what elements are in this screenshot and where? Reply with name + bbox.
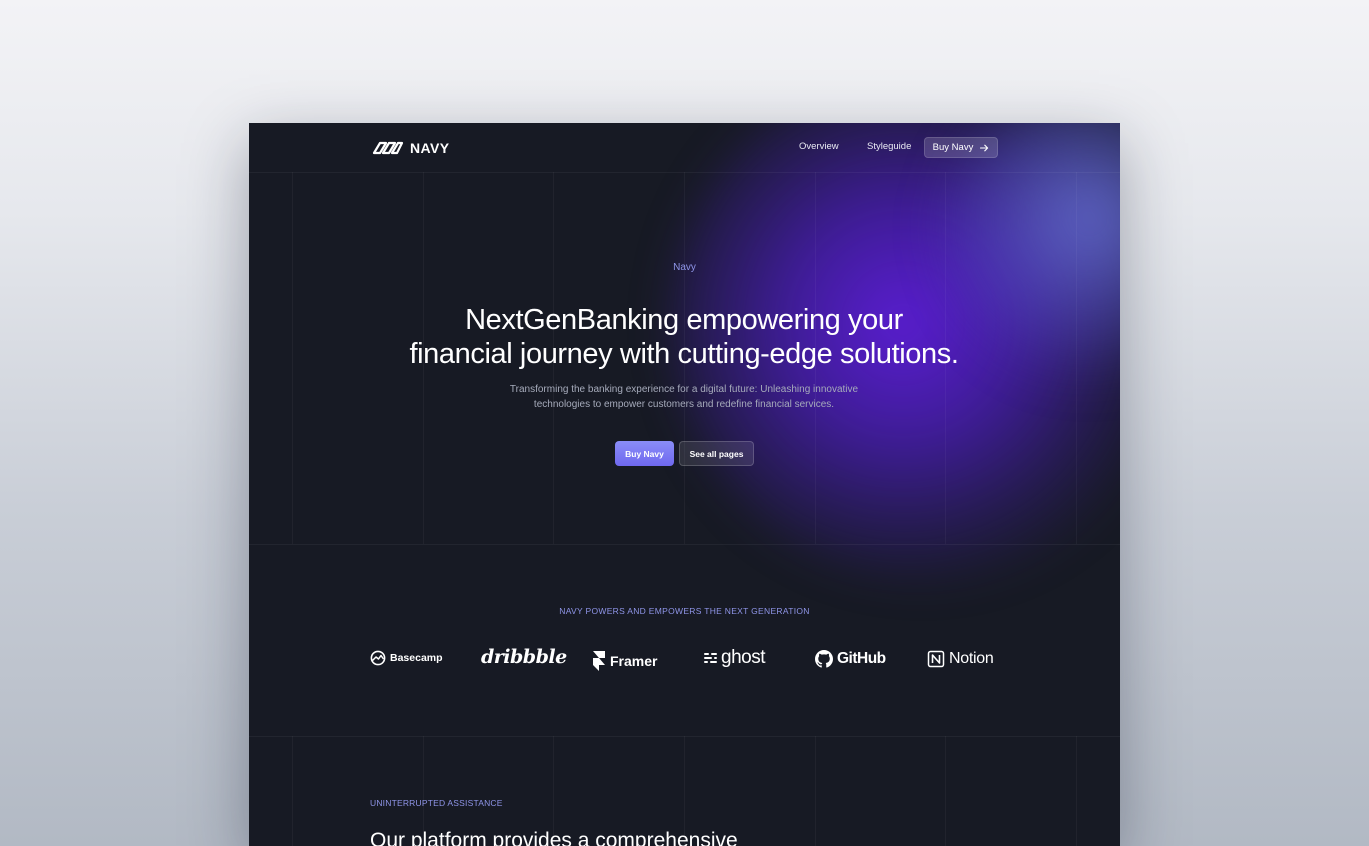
nav-link-styleguide[interactable]: Styleguide	[867, 141, 911, 152]
background-grid	[249, 123, 1120, 846]
logos-heading: NAVY POWERS AND EMPOWERS THE NEXT GENERA…	[559, 606, 810, 616]
basecamp-wordmark: Basecamp	[390, 652, 443, 664]
hero-subtitle-line-1: Transforming the banking experience for …	[509, 384, 859, 395]
top-navbar: NAVY Overview Styleguide Buy Navy	[249, 123, 1120, 172]
assistance-eyebrow: UNINTERRUPTED ASSISTANCE	[370, 798, 503, 808]
brand-name: NAVY	[410, 140, 450, 156]
basecamp-icon	[370, 650, 386, 666]
github-wordmark: GitHub	[837, 650, 886, 667]
hero-subtitle-line-2: technologies to empower customers and re…	[533, 399, 835, 410]
hero-title-line-2: financial journey with cutting-edge solu…	[409, 338, 959, 370]
framer-wordmark: Framer	[610, 653, 658, 669]
navy-logo-icon	[372, 141, 404, 155]
hero-eyebrow: Navy	[673, 262, 696, 273]
hero-title: NextGenBanking empowering your financial…	[334, 303, 1034, 371]
hero-title-line-1: NextGenBanking empowering your	[465, 304, 903, 336]
ghost-logo: ghost	[704, 647, 765, 669]
basecamp-logo: Basecamp	[370, 650, 443, 666]
see-all-pages-button[interactable]: See all pages	[679, 441, 754, 466]
hero-buttons: Buy Navy See all pages	[615, 441, 754, 466]
ghost-icon	[704, 653, 717, 663]
page-frame: NAVY Overview Styleguide Buy Navy Navy N…	[249, 123, 1120, 846]
assistance-title: Our platform provides a comprehensive	[370, 829, 738, 846]
navy-logo[interactable]: NAVY	[370, 138, 449, 158]
notion-icon	[927, 650, 945, 668]
framer-icon	[593, 651, 605, 671]
notion-logo: Notion	[927, 650, 994, 668]
buy-navy-button[interactable]: Buy Navy	[615, 441, 674, 466]
nav-link-overview[interactable]: Overview	[799, 141, 839, 152]
notion-wordmark: Notion	[949, 650, 994, 667]
framer-logo: Framer	[592, 650, 657, 672]
buy-navy-nav-button[interactable]: Buy Navy	[924, 137, 998, 158]
github-icon	[815, 650, 833, 668]
arrow-right-icon	[980, 144, 989, 151]
dribbble-logo: dribbble	[481, 646, 567, 668]
hero-subtitle: Transforming the banking experience for …	[484, 382, 884, 412]
github-logo: GitHub	[815, 650, 886, 668]
ghost-wordmark: ghost	[721, 647, 765, 668]
buy-navy-nav-label: Buy Navy	[932, 142, 974, 153]
dribbble-wordmark: dribbble	[481, 646, 567, 668]
